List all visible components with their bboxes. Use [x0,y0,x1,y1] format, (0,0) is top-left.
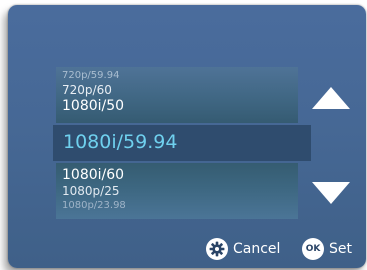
screen: 720p/59.94 720p/60 1080i/50 1080i/59.94 … [0,0,367,270]
dialog-footer: Cancel OK Set [206,237,366,261]
format-list[interactable]: 720p/59.94 720p/60 1080i/50 1080i/59.94 … [53,67,311,227]
list-item[interactable]: 1080p/23.98 [62,200,126,211]
list-item[interactable]: 1080p/25 [62,184,119,198]
selected-format[interactable]: 1080i/59.94 [63,131,177,153]
triangle-up-icon [312,87,350,109]
cancel-button[interactable]: Cancel [206,237,280,261]
format-picker-dialog: 720p/59.94 720p/60 1080i/50 1080i/59.94 … [8,5,366,268]
list-item[interactable]: 720p/59.94 [62,70,119,81]
list-item[interactable]: 720p/60 [62,83,112,97]
triangle-down-icon [312,182,350,204]
list-item[interactable]: 1080i/50 [62,98,124,114]
list-item[interactable]: 1080i/60 [62,167,124,183]
ok-icon: OK [302,238,324,260]
scroll-down-button[interactable] [309,179,353,209]
gear-icon [206,238,228,260]
set-label: Set [329,241,352,257]
scroll-up-button[interactable] [309,84,353,114]
cancel-label: Cancel [233,241,281,257]
set-button[interactable]: OK Set [302,237,352,261]
